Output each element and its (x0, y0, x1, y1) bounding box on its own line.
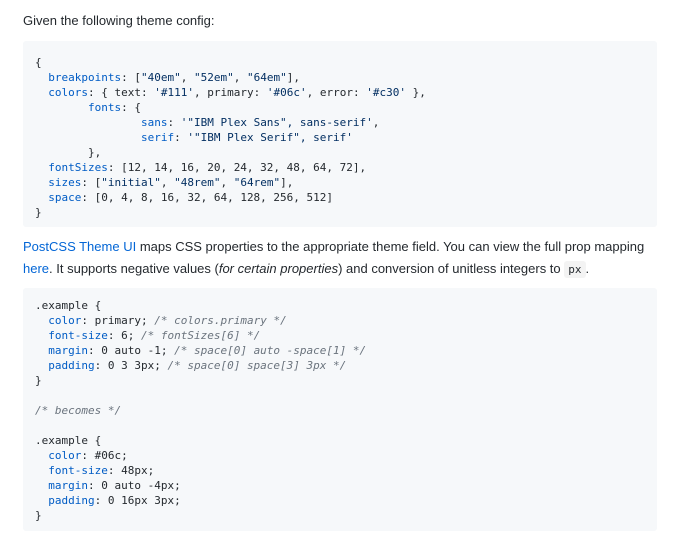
page: Given the following theme config: { brea… (0, 0, 680, 551)
code-line: .example { (35, 434, 102, 447)
theme-config-code-block: { breakpoints: ["40em", "52em", "64em"],… (23, 41, 657, 227)
code-line: } (35, 206, 42, 219)
code-line: color: primary; /* colors.primary */ (48, 314, 287, 327)
code-line: /* becomes */ (35, 404, 122, 417)
code-line: .example { (35, 299, 102, 312)
code-line: font-size: 48px; (48, 464, 155, 477)
code-line: padding: 0 3 3px; /* space[0] space[3] 3… (48, 359, 347, 372)
description-emphasis: for certain properties (218, 261, 339, 276)
code-line: color: #06c; (48, 449, 128, 462)
description-text: . It supports negative values ( (49, 261, 219, 276)
description-text: . (585, 261, 590, 276)
code-line: sizes: ["initial", "48rem", "64rem"], (48, 176, 294, 189)
prop-mapping-link[interactable]: here (23, 261, 49, 276)
code-line: font-size: 6; /* fontSizes[6] */ (48, 329, 261, 342)
code-line: fontSizes: [12, 14, 16, 20, 24, 32, 48, … (48, 161, 367, 174)
code-line: breakpoints: ["40em", "52em", "64em"], (48, 71, 300, 84)
px-inline-code: px (564, 261, 586, 278)
example-code-block: .example { color: primary; /* colors.pri… (23, 288, 657, 531)
postcss-theme-ui-link[interactable]: PostCSS Theme UI (23, 239, 136, 254)
code-line: } (35, 374, 42, 387)
description-paragraph: PostCSS Theme UI maps CSS properties to … (23, 236, 663, 281)
code-line: colors: { text: '#111', primary: '#06c',… (48, 86, 426, 99)
intro-text: Given the following theme config: (23, 13, 215, 28)
description-text: maps CSS properties to the appropriate t… (136, 239, 645, 254)
code-line: sans: '"IBM Plex Sans", sans-serif', (140, 116, 380, 129)
code-line: fonts: { (87, 101, 141, 114)
code-line: space: [0, 4, 8, 16, 32, 64, 128, 256, 5… (48, 191, 334, 204)
code-line: } (35, 509, 42, 522)
description-text: ) and conversion of unitless integers to (338, 261, 565, 276)
code-line: serif: '"IBM Plex Serif", serif' (140, 131, 353, 144)
code-line: padding: 0 16px 3px; (48, 494, 181, 507)
code-line: margin: 0 auto -1; /* space[0] auto -spa… (48, 344, 367, 357)
code-line: }, (35, 146, 102, 159)
code-line: margin: 0 auto -4px; (48, 479, 181, 492)
code-line: { (35, 56, 42, 69)
